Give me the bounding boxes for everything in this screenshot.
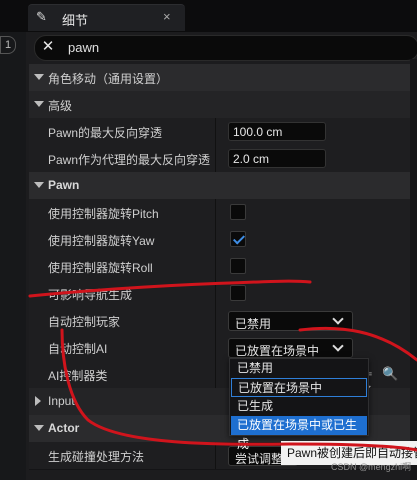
section-label: 角色移动（通用设置） xyxy=(48,72,169,86)
clear-search-icon[interactable]: ✕ xyxy=(40,39,56,55)
prop-label: Pawn作为代理的最大反向穿透 xyxy=(48,153,211,167)
dropdown-option-placed-in-world[interactable]: 已放置在场景中 xyxy=(231,378,367,397)
expand-arrow-icon xyxy=(35,396,41,406)
prop-max-reverse-penetration: Pawn的最大反向穿透 100.0 cm xyxy=(29,118,417,146)
left-strip xyxy=(0,32,26,480)
left-badge: 1 xyxy=(0,36,16,54)
prop-label: 自动控制玩家 xyxy=(48,315,121,329)
section-label: 高级 xyxy=(48,99,73,113)
prop-label: Pawn的最大反向穿透 xyxy=(48,126,163,140)
column-divider[interactable] xyxy=(215,280,216,307)
browse-icon[interactable]: 🔍 xyxy=(382,366,398,382)
section-pawn[interactable]: Pawn xyxy=(29,172,417,199)
prop-max-reverse-penetration-proxy: Pawn作为代理的最大反向穿透 2.0 cm xyxy=(29,145,417,173)
rotation-yaw-checkbox[interactable] xyxy=(230,231,246,247)
column-divider[interactable] xyxy=(215,442,216,469)
dropdown-option-disabled[interactable]: 已禁用 xyxy=(231,359,367,378)
rotation-roll-checkbox[interactable] xyxy=(230,258,246,274)
affect-navigation-checkbox[interactable] xyxy=(230,285,246,301)
column-divider[interactable] xyxy=(215,334,216,361)
close-icon[interactable]: × xyxy=(163,9,171,24)
prop-label: 使用控制器旋转Roll xyxy=(48,261,153,275)
column-divider[interactable] xyxy=(215,145,216,172)
search-box[interactable]: ✕ pawn xyxy=(34,35,417,61)
tab-details[interactable]: ✎ 细节 × xyxy=(28,4,185,31)
column-divider[interactable] xyxy=(215,226,216,253)
collapse-arrow-icon xyxy=(34,74,44,80)
prop-label: 可影响导航生成 xyxy=(48,288,133,302)
section-label: Input xyxy=(48,394,75,408)
collapse-arrow-icon xyxy=(34,182,44,188)
collapse-arrow-icon xyxy=(34,101,44,107)
auto-possess-ai-combo[interactable]: 已放置在场景中 xyxy=(228,338,353,358)
prop-can-affect-navigation: 可影响导航生成 xyxy=(29,280,417,308)
prop-label: 生成碰撞处理方法 xyxy=(48,450,145,464)
prop-use-controller-rotation-yaw: 使用控制器旋转Yaw xyxy=(29,226,417,254)
max-reverse-penetration-proxy-field[interactable]: 2.0 cm xyxy=(228,149,326,168)
column-divider[interactable] xyxy=(215,307,216,334)
section-advanced[interactable]: 高级 xyxy=(29,91,417,118)
section-label: Actor xyxy=(48,421,80,435)
search-input[interactable]: pawn xyxy=(68,40,99,55)
collapse-arrow-icon xyxy=(34,425,44,431)
auto-possess-player-combo[interactable]: 已禁用 xyxy=(228,311,353,331)
watermark: CSDN @mengzhi啊 xyxy=(331,462,412,472)
tab-title: 细节 xyxy=(62,13,89,28)
column-divider[interactable] xyxy=(215,361,216,388)
prop-label: 自动控制AI xyxy=(48,342,108,356)
combo-value: 已放置在场景中 xyxy=(235,344,320,358)
pencil-icon: ✎ xyxy=(36,9,47,24)
prop-use-controller-rotation-pitch: 使用控制器旋转Pitch xyxy=(29,199,417,227)
prop-label: AI控制器类 xyxy=(48,369,108,383)
chevron-down-icon xyxy=(332,340,344,352)
prop-auto-possess-player: 自动控制玩家 已禁用 xyxy=(29,307,417,335)
column-divider[interactable] xyxy=(215,118,216,145)
max-reverse-penetration-field[interactable]: 100.0 cm xyxy=(228,122,326,141)
column-divider[interactable] xyxy=(215,199,216,226)
tab-bar: ✎ 细节 × xyxy=(0,0,417,32)
auto-possess-ai-dropdown: 已禁用 已放置在场景中 已生成 已放置在场景中或已生成 xyxy=(229,358,369,451)
chevron-down-icon xyxy=(332,313,344,325)
dropdown-option-spawned[interactable]: 已生成 xyxy=(231,397,367,416)
combo-value: 已禁用 xyxy=(235,317,272,331)
prop-label: 使用控制器旋转Pitch xyxy=(48,207,159,221)
prop-use-controller-rotation-roll: 使用控制器旋转Roll xyxy=(29,253,417,281)
dropdown-option-placed-or-spawned[interactable]: 已放置在场景中或已生成 xyxy=(231,416,367,451)
section-label: Pawn xyxy=(48,178,80,192)
section-character-movement[interactable]: 角色移动（通用设置） xyxy=(29,64,417,91)
scrollbar[interactable] xyxy=(410,59,417,480)
column-divider[interactable] xyxy=(215,253,216,280)
prop-label: 使用控制器旋转Yaw xyxy=(48,234,155,248)
rotation-pitch-checkbox[interactable] xyxy=(230,204,246,220)
